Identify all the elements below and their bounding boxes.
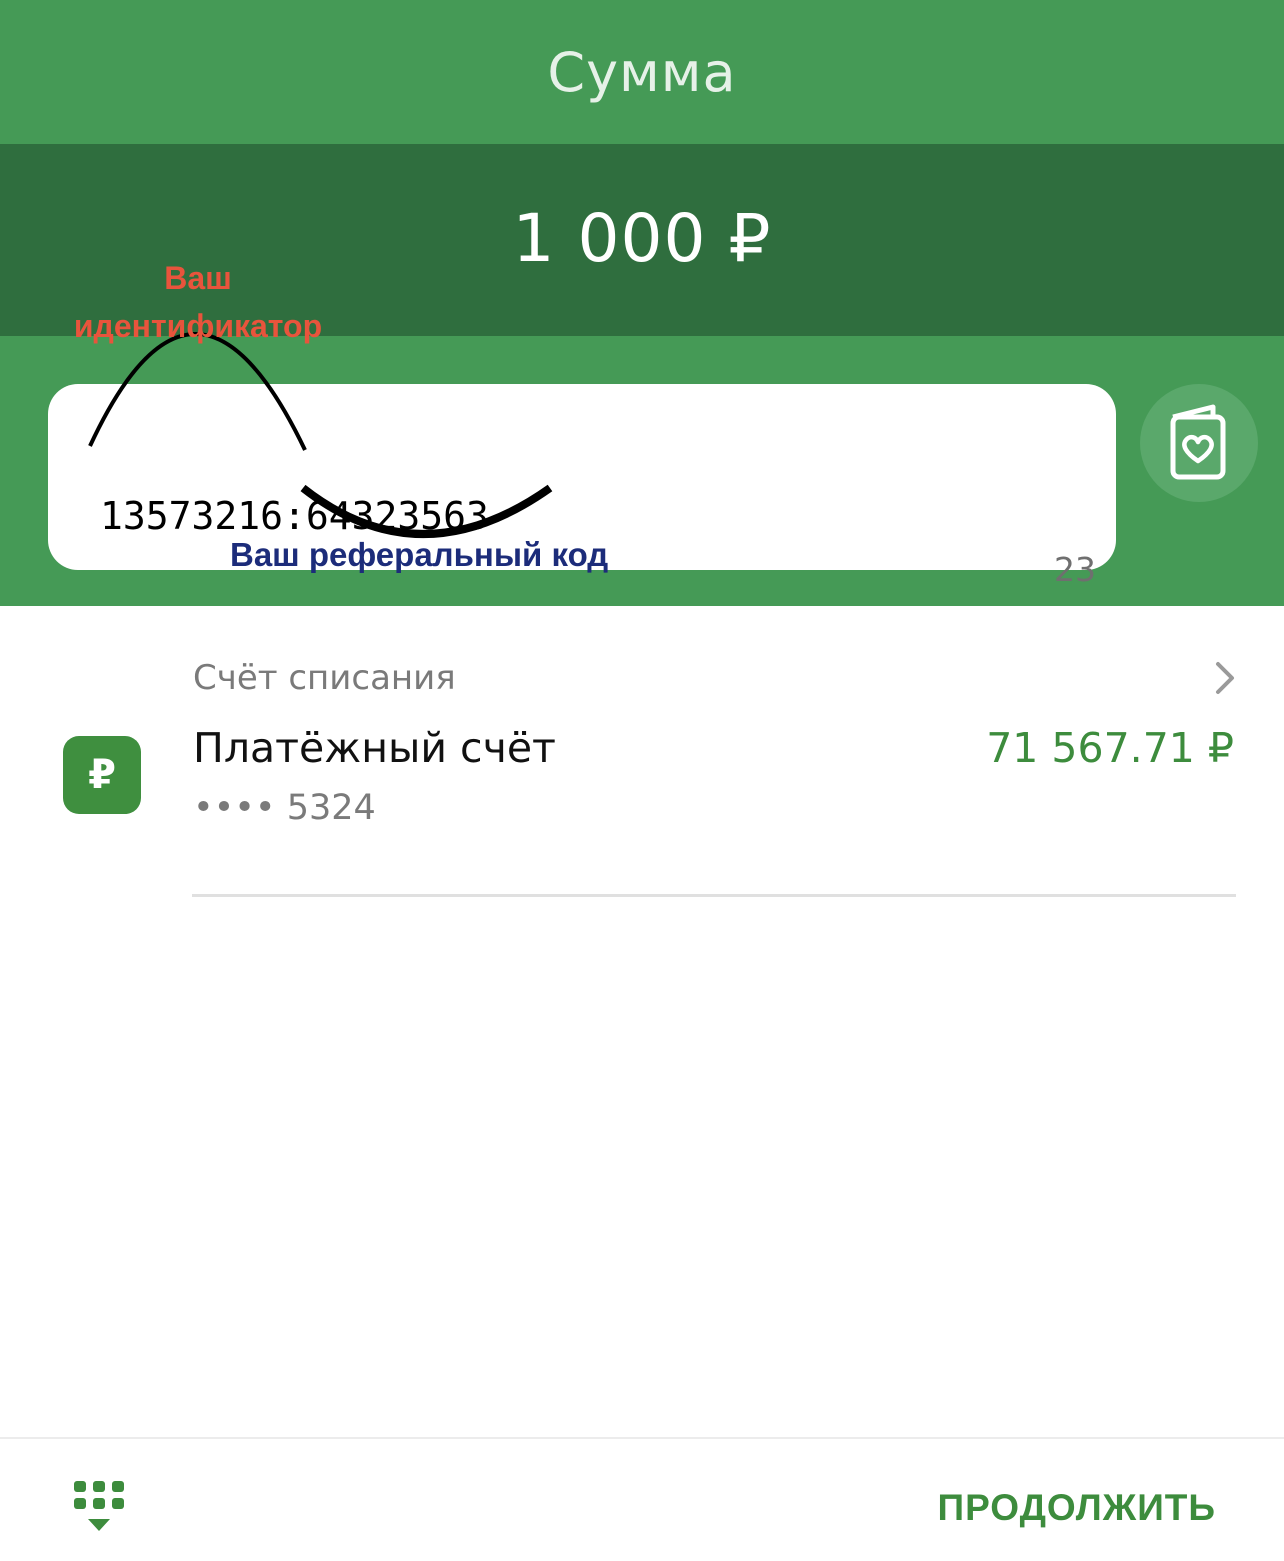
amount-value[interactable]: 1 000 ₽	[513, 200, 772, 277]
char-counter: 23	[1054, 550, 1096, 589]
identifier-annotation: Ваш идентификатор	[73, 260, 323, 344]
header: Сумма	[0, 0, 1284, 144]
divider	[192, 894, 1236, 897]
message-section: 13573216:64323563 23	[0, 336, 1284, 606]
account-name: Платёжный счёт	[193, 724, 556, 772]
account-number: •••• 5324	[193, 788, 376, 828]
keyboard-hide-icon[interactable]	[70, 1477, 128, 1537]
postcard-heart-icon	[1170, 404, 1226, 480]
continue-button[interactable]: ПРОДОЛЖИТЬ	[938, 1487, 1217, 1529]
chevron-right-icon	[1216, 662, 1234, 694]
debit-account-selector[interactable]: ₽ Счёт списания Платёжный счёт 71 567.71…	[0, 606, 1284, 898]
account-balance: 71 567.71 ₽	[986, 724, 1234, 772]
referral-annotation: Ваш реферальный код	[230, 536, 609, 573]
bottom-bar: ПРОДОЛЖИТЬ	[0, 1437, 1284, 1561]
account-caption: Счёт списания	[193, 658, 456, 698]
message-text: 13573216:64323563	[100, 494, 489, 538]
ruble-icon: ₽	[63, 736, 141, 814]
postcard-button[interactable]	[1140, 384, 1258, 502]
page-title: Сумма	[547, 40, 737, 104]
